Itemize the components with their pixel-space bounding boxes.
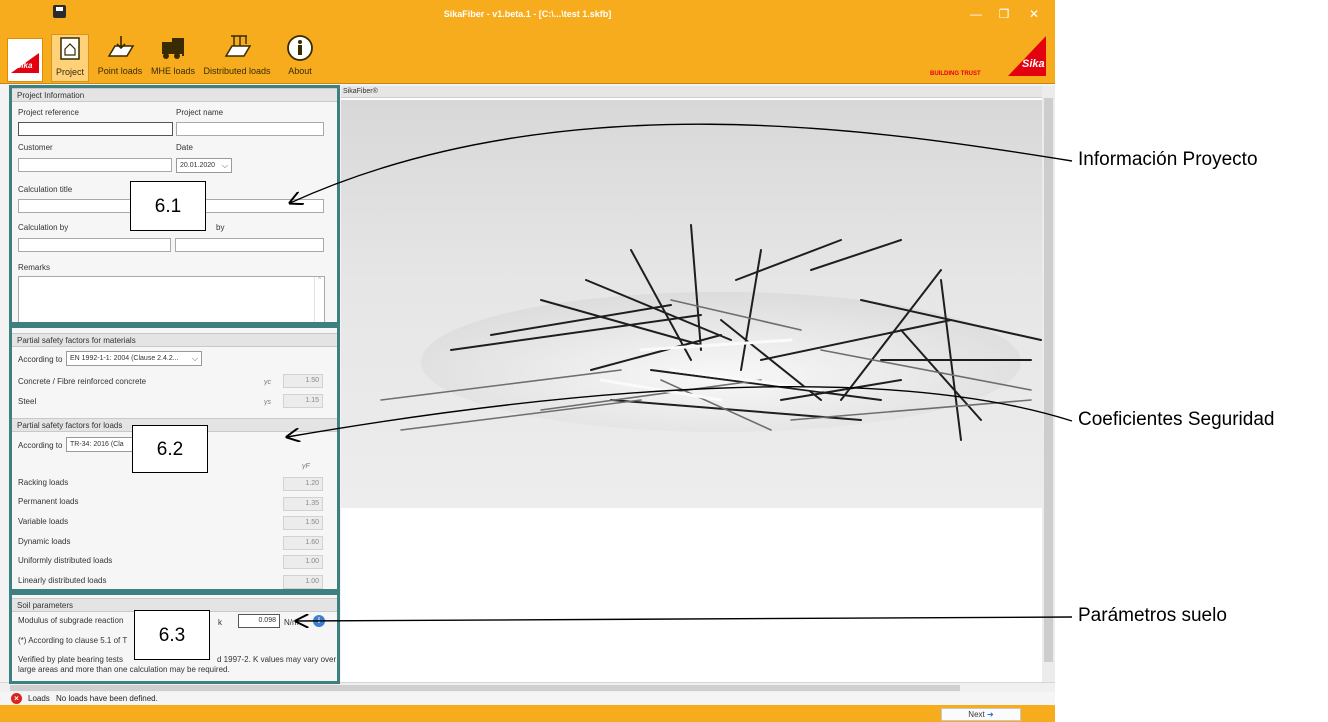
arrow-safety xyxy=(287,386,1073,437)
annotation-project-info: Información Proyecto xyxy=(1078,149,1258,170)
annotation-soil-parameters: Parámetros suelo xyxy=(1078,605,1227,626)
annotation-safety-factors: Coeficientes Seguridad xyxy=(1078,409,1275,430)
document-figure: SikaFiber - v1.beta.1 - [C:\...\test 1.s… xyxy=(0,0,1328,722)
arrow-soil xyxy=(296,617,1073,621)
arrow-info xyxy=(290,123,1073,203)
